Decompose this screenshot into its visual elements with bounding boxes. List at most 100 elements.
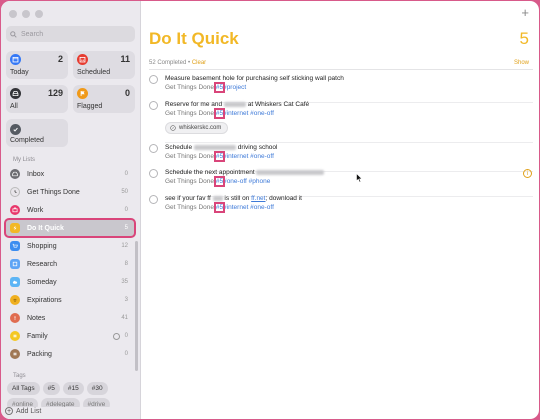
reminder-title[interactable]: Reserve for me and at Whiskers Cat Café — [165, 101, 309, 108]
reminder-tags[interactable]: #internet #one-off — [223, 110, 274, 117]
reminder-title-part: Reserve for me and — [165, 101, 223, 108]
flagged-count: 0 — [124, 88, 130, 98]
page-title: Do It Quick — [149, 29, 239, 48]
complete-checkbox[interactable] — [149, 169, 158, 178]
sidebar-item-notes[interactable]: Notes 41 — [5, 309, 135, 327]
sidebar-item-count: 41 — [121, 315, 128, 321]
sidebar-item-shopping[interactable]: Shopping 12 — [5, 237, 135, 255]
reminder-list-name: Get Things Done — [165, 110, 215, 117]
reminder-title[interactable]: Schedule the next appointment — [165, 169, 325, 176]
clock-icon — [10, 187, 20, 197]
sidebar-item-packing[interactable]: Packing 0 — [5, 345, 135, 363]
show-completed-button[interactable]: Show — [514, 60, 529, 66]
url-chip[interactable]: whiskerskc.com — [165, 122, 229, 134]
smart-list-completed[interactable]: Completed — [6, 119, 68, 147]
smart-list-flagged[interactable]: 0 Flagged — [73, 85, 135, 113]
inbox-icon — [10, 169, 20, 179]
close-window-button[interactable] — [9, 10, 17, 18]
sidebar-item-label: Inbox — [27, 170, 45, 178]
reminder-title-part: Schedule the next appointment — [165, 169, 255, 176]
checkmark-icon — [10, 124, 21, 135]
main-pane: + Do It Quick 5 52 Completed • Clear Sho… — [142, 1, 539, 419]
reminder-row[interactable]: Schedule the next appointment Get Things… — [149, 169, 533, 197]
tag-30[interactable]: #30 — [86, 382, 108, 395]
search-input[interactable]: Search — [6, 26, 135, 42]
sidebar-item-research[interactable]: Research 8 — [5, 255, 135, 273]
complete-checkbox[interactable] — [149, 195, 158, 204]
tag-5-highlight[interactable]: #5 — [213, 176, 226, 187]
info-icon[interactable]: i — [523, 169, 532, 178]
tag-5-highlight[interactable]: #5 — [213, 82, 226, 93]
redacted-text — [223, 101, 246, 107]
sidebar-item-someday[interactable]: Someday 35 — [5, 273, 135, 291]
sidebar: Search 2 Today 11 Scheduled 129 All 0 Fl… — [1, 1, 141, 419]
reminder-title-part: see if your fav ff — [165, 195, 211, 202]
reminder-title[interactable]: Schedule driving school — [165, 144, 277, 151]
sidebar-item-label: Shopping — [27, 242, 57, 250]
sidebar-item-count: 35 — [121, 279, 128, 285]
research-icon — [10, 259, 20, 269]
reminder-list-name: Get Things Done — [165, 84, 215, 91]
reminder-row[interactable]: see if your fav ff is still on ff.net; d… — [149, 195, 533, 217]
reminder-title[interactable]: see if your fav ff is still on ff.net; d… — [165, 195, 302, 202]
sidebar-item-inbox[interactable]: Inbox 0 — [5, 165, 135, 183]
sidebar-item-label: Do It Quick — [27, 224, 64, 232]
reminder-row[interactable]: Measure basement hole for purchasing sel… — [149, 75, 533, 103]
tag-15[interactable]: #15 — [62, 382, 84, 395]
reminder-title-link[interactable]: ff.net — [251, 195, 265, 202]
reminder-list-name: Get Things Done — [165, 204, 215, 211]
sidebar-item-get-things-done[interactable]: Get Things Done 50 — [5, 183, 135, 201]
cloud-icon — [10, 277, 20, 287]
reminder-title[interactable]: Measure basement hole for purchasing sel… — [165, 75, 344, 82]
sidebar-item-do-it-quick[interactable]: Do It Quick 5 — [4, 218, 136, 238]
add-reminder-button[interactable]: + — [521, 5, 529, 20]
reminder-row[interactable]: Schedule driving school Get Things Done … — [149, 144, 533, 172]
briefcase-icon — [10, 205, 20, 215]
tag-all[interactable]: All Tags — [7, 382, 40, 395]
zoom-window-button[interactable] — [35, 10, 43, 18]
reminder-row[interactable]: Reserve for me and at Whiskers Cat Café … — [149, 101, 533, 143]
add-list-button[interactable]: + Add List — [5, 407, 135, 415]
smart-list-all[interactable]: 129 All — [6, 85, 68, 113]
reminder-tags[interactable]: #internet #one-off — [223, 153, 274, 160]
redacted-text — [193, 144, 236, 150]
sidebar-scrollbar[interactable] — [135, 241, 138, 371]
sidebar-item-label: Family — [27, 332, 48, 340]
reminder-count: 5 — [519, 29, 529, 48]
reminder-tags[interactable]: #internet #one-off — [223, 204, 274, 211]
tag-5[interactable]: #5 — [42, 382, 60, 395]
smart-list-today[interactable]: 2 Today — [6, 51, 68, 79]
sidebar-item-family[interactable]: Family 0 — [5, 327, 135, 345]
tag-5-highlight[interactable]: #5 — [213, 202, 226, 213]
bolt-icon — [10, 223, 20, 233]
completed-label: Completed — [10, 137, 44, 144]
sidebar-item-label: Expirations — [27, 296, 62, 304]
sidebar-item-work[interactable]: Work 0 — [5, 201, 135, 219]
reminder-tags[interactable]: #project — [223, 84, 246, 91]
complete-checkbox[interactable] — [149, 75, 158, 84]
tag-5-highlight[interactable]: #5 — [213, 151, 226, 162]
completed-count: 52 Completed — [149, 60, 187, 66]
sidebar-item-count: 50 — [121, 189, 128, 195]
sidebar-item-count: 12 — [121, 243, 128, 249]
search-icon — [10, 30, 17, 38]
complete-checkbox[interactable] — [149, 144, 158, 153]
tag-5-highlight[interactable]: #5 — [213, 108, 226, 119]
reminder-title-part: ; download it — [265, 195, 302, 202]
reminder-meta: Get Things Done #5#one-off #phone — [165, 176, 270, 187]
reminder-tags[interactable]: #one-off #phone — [223, 178, 270, 185]
reminder-title-part: is still on — [224, 195, 250, 202]
sidebar-item-label: Work — [27, 206, 44, 214]
reminder-meta: Get Things Done #5#internet #one-off — [165, 151, 274, 162]
minimize-window-button[interactable] — [22, 10, 30, 18]
separator-dot: • — [188, 60, 191, 66]
clear-completed-button[interactable]: Clear — [192, 60, 206, 66]
reminder-list-name: Get Things Done — [165, 153, 215, 160]
all-count: 129 — [47, 88, 63, 98]
smart-list-scheduled[interactable]: 11 Scheduled — [73, 51, 135, 79]
sidebar-item-expirations[interactable]: Expirations 3 — [5, 291, 135, 309]
complete-checkbox[interactable] — [149, 101, 158, 110]
reminder-title-part: driving school — [237, 144, 278, 151]
reminder-meta: Get Things Done #5#internet #one-off — [165, 108, 274, 119]
plus-icon: + — [5, 407, 13, 415]
